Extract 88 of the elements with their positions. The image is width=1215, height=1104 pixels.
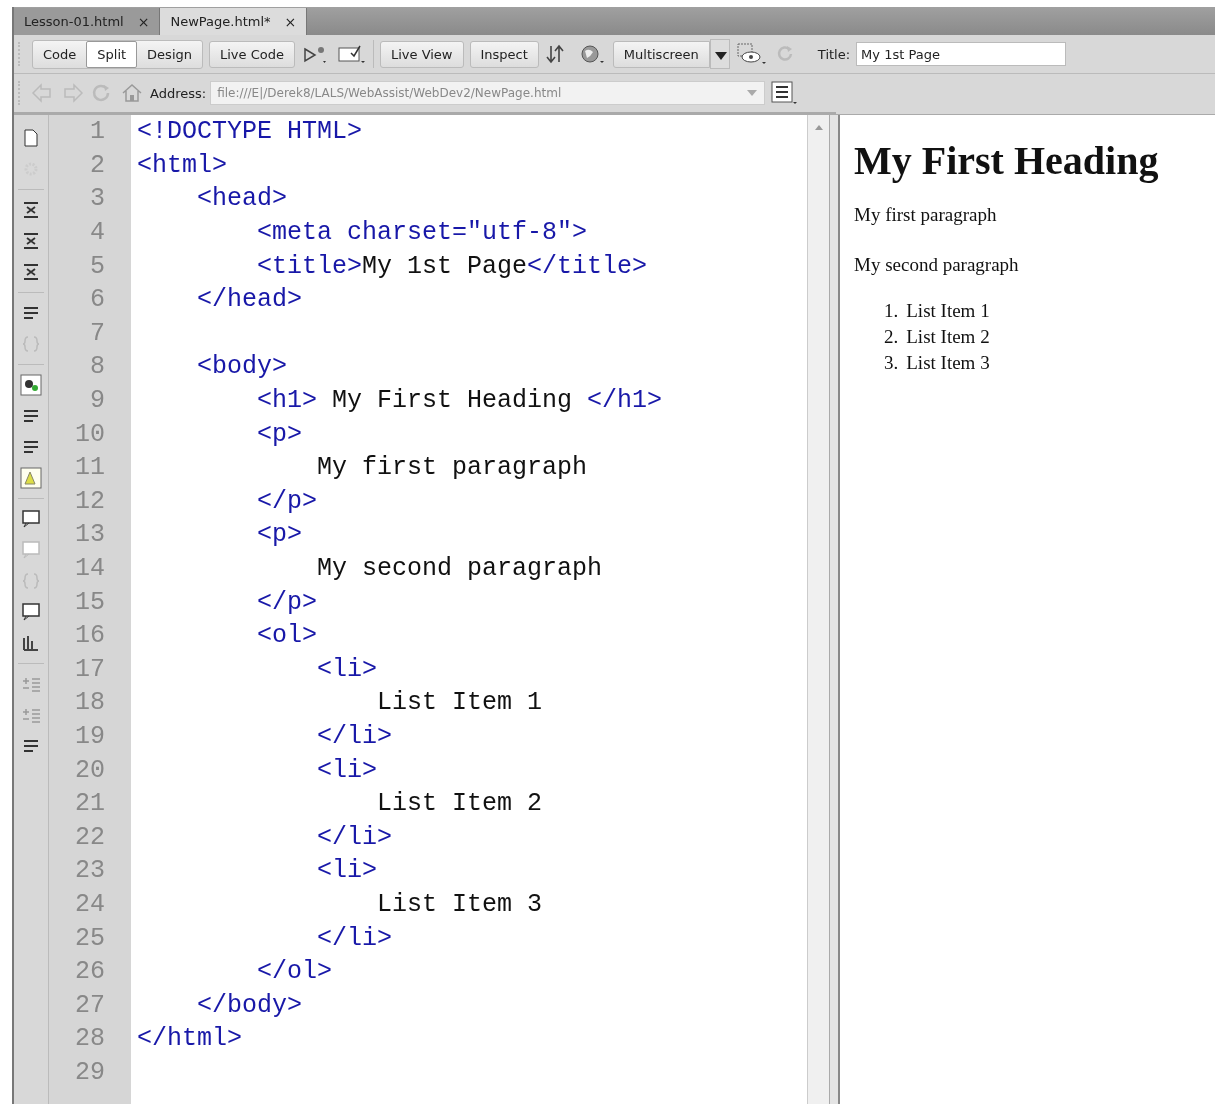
code-line: My second paragraph <box>316 554 603 583</box>
code-line: </li> <box>316 822 393 852</box>
line-number: 29 <box>74 1057 105 1087</box>
list-item: List Item 2 <box>906 326 990 348</box>
view-button[interactable]: Split <box>86 40 138 68</box>
document-tab[interactable]: NewPage.html* × <box>160 8 308 35</box>
line-number: 22 <box>74 822 105 852</box>
code-line: My first paragraph <box>316 453 588 483</box>
document-tab[interactable]: Lesson-01.html × <box>14 8 161 35</box>
code-line: <!DOCTYPE HTML> <box>137 117 363 147</box>
close-icon[interactable]: × <box>137 13 150 30</box>
code-line: <html> <box>137 150 227 180</box>
line-number: 11 <box>74 453 105 483</box>
line-number: 2 <box>89 150 105 180</box>
view-button[interactable]: Design <box>137 40 202 68</box>
checklist-icon[interactable] <box>336 43 367 65</box>
code-line: </p> <box>256 486 318 516</box>
code-line: </p> <box>256 587 318 617</box>
preview-heading: My First Heading <box>854 137 1160 184</box>
line-number: 26 <box>74 957 105 987</box>
address-label: Address: <box>150 85 207 101</box>
list-number: 2. <box>884 326 899 348</box>
list-item: List Item 1 <box>906 300 990 322</box>
line-number: 8 <box>89 352 105 382</box>
line-number: 9 <box>89 386 105 416</box>
title-field[interactable]: My 1st Page <box>856 42 1067 66</box>
line-number: 18 <box>74 688 105 718</box>
title-label: Title: <box>817 46 851 62</box>
line-number: 12 <box>74 486 105 516</box>
multiscreen-button[interactable]: Multiscreen <box>612 40 710 68</box>
code-line: <body> <box>196 352 287 382</box>
code-line: <li> <box>316 755 378 785</box>
code-line: <h1> My First Heading </h1> <box>256 386 663 416</box>
live-view-button[interactable]: Live View <box>379 40 464 68</box>
code-line: </ol> <box>256 957 333 987</box>
code-line: List Item 3 <box>376 889 543 919</box>
code-line: </li> <box>316 722 393 751</box>
line-number: 24 <box>74 889 105 919</box>
warning-icon[interactable] <box>20 467 42 489</box>
code-line: </li> <box>316 923 393 953</box>
line-number: 6 <box>89 285 105 315</box>
code-line: <li> <box>316 856 378 886</box>
code-line: <ol> <box>256 621 318 651</box>
code-line: </html> <box>137 1024 243 1054</box>
code-line: <meta charset="utf-8"> <box>256 218 588 248</box>
line-number: 28 <box>74 1024 105 1054</box>
line-number: 15 <box>74 587 105 617</box>
line-number: 21 <box>74 789 105 819</box>
live-code-button[interactable]: Live Code <box>209 40 295 68</box>
line-number: 23 <box>74 856 105 886</box>
code-line: List Item 1 <box>376 688 543 718</box>
line-number: 5 <box>89 251 105 281</box>
line-number: 27 <box>74 990 105 1020</box>
line-number: 14 <box>74 554 105 583</box>
split-handle[interactable] <box>829 115 840 1104</box>
line-number: 1 <box>89 117 105 147</box>
line-number: 20 <box>74 755 105 785</box>
code-line: <p> <box>256 419 303 449</box>
preview-eye-icon[interactable] <box>735 42 768 66</box>
code-line: </head> <box>196 285 303 315</box>
view-button[interactable]: Code <box>33 40 87 68</box>
line-number: 16 <box>74 621 105 651</box>
inspect-button[interactable]: Inspect <box>469 40 539 68</box>
line-number: 19 <box>74 722 105 751</box>
line-number: 25 <box>74 923 105 953</box>
code-line: <p> <box>256 520 303 550</box>
line-number: 4 <box>89 218 105 248</box>
list-item: List Item 3 <box>906 352 990 374</box>
list-number: 3. <box>884 352 899 374</box>
preview-paragraph: My second paragraph <box>854 254 1020 276</box>
line-number: 7 <box>89 318 105 348</box>
line-number: 3 <box>89 184 105 214</box>
preview-paragraph: My first paragraph <box>854 204 998 226</box>
line-number: 10 <box>74 419 105 449</box>
code-line: <head> <box>196 184 287 214</box>
comment-icon[interactable] <box>20 508 42 530</box>
globe-icon[interactable] <box>578 43 607 65</box>
code-line: <title>My 1st Page</title> <box>256 251 648 281</box>
code-line: </body> <box>196 990 303 1020</box>
highlight-icon[interactable] <box>20 374 42 396</box>
code-line: List Item 2 <box>376 789 543 819</box>
scroll-bar[interactable] <box>807 115 829 1104</box>
list-number: 1. <box>884 300 899 322</box>
list-options-icon[interactable] <box>769 80 800 106</box>
close-icon[interactable]: × <box>284 13 297 30</box>
code-line: <li> <box>316 654 378 684</box>
line-number: 13 <box>74 520 105 550</box>
line-number: 17 <box>74 654 105 684</box>
